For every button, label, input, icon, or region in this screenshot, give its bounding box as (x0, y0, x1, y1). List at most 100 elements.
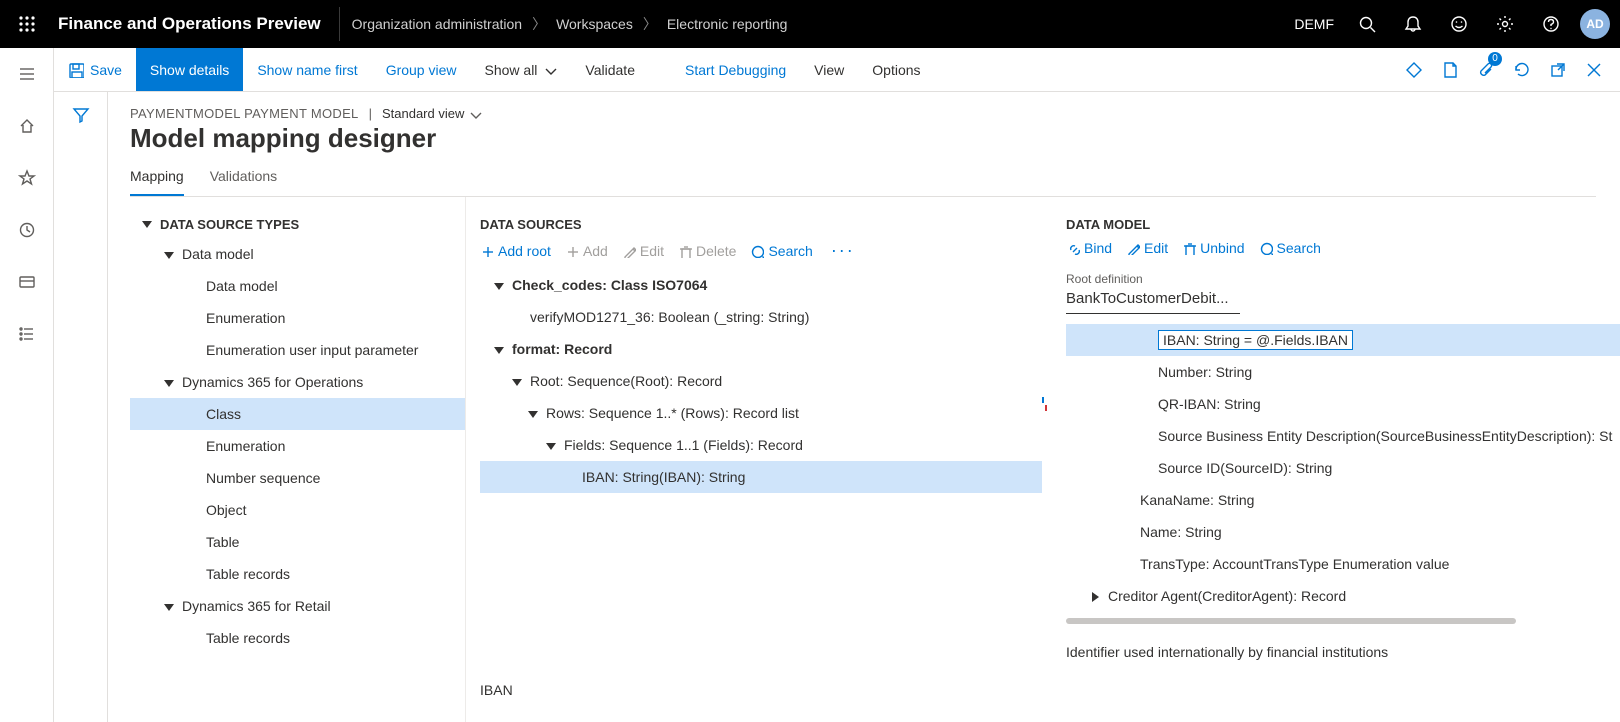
tree-item[interactable]: Source Business Entity Description(Sourc… (1066, 420, 1620, 452)
data-model-panel: DATA MODEL Bind Edit Unbind Search Root … (1050, 197, 1620, 722)
home-icon[interactable] (11, 110, 43, 142)
top-bar: Finance and Operations Preview Organizat… (0, 0, 1620, 48)
splitter-handle[interactable] (1042, 397, 1048, 411)
group-view-button[interactable]: Group view (372, 48, 471, 91)
tree-item[interactable]: Data model (130, 238, 465, 270)
workspaces-icon[interactable] (11, 266, 43, 298)
search-button[interactable]: Search (1259, 240, 1321, 256)
tree-item[interactable]: Check_codes: Class ISO7064 (480, 269, 1042, 301)
breadcrumb-item[interactable]: Electronic reporting (667, 16, 788, 32)
tree-item[interactable]: Data model (130, 270, 465, 302)
view-selector[interactable]: Standard view (382, 106, 482, 121)
page-meta: PAYMENTMODEL PAYMENT MODEL | Standard vi… (130, 106, 1620, 121)
close-icon[interactable] (1576, 48, 1612, 92)
unbind-button[interactable]: Unbind (1182, 240, 1244, 256)
tree-item[interactable]: QR-IBAN: String (1066, 388, 1620, 420)
add-root-button[interactable]: Add root (480, 243, 551, 259)
show-name-first-button[interactable]: Show name first (243, 48, 371, 91)
tree-item[interactable]: Class (130, 398, 465, 430)
tree-item[interactable]: Source ID(SourceID): String (1066, 452, 1620, 484)
data-sources-header: DATA SOURCES (480, 207, 1042, 238)
gear-icon[interactable] (1482, 0, 1528, 48)
chevron-right-icon: 〉 (643, 14, 657, 34)
tree-item[interactable]: TransType: AccountTransType Enumeration … (1066, 548, 1620, 580)
divider (339, 7, 340, 41)
breadcrumb-item[interactable]: Workspaces (556, 16, 633, 32)
breadcrumb: Organization administration 〉 Workspaces… (352, 14, 788, 34)
tree-item[interactable]: Root: Sequence(Root): Record (480, 365, 1042, 397)
data-model-toolbar: Bind Edit Unbind Search (1066, 238, 1620, 264)
avatar[interactable]: AD (1580, 9, 1610, 39)
tree-item[interactable]: Dynamics 365 for Operations (130, 366, 465, 398)
tree-item[interactable]: IBAN: String = @.Fields.IBAN (1066, 324, 1620, 356)
filter-icon[interactable] (72, 106, 90, 722)
hamburger-icon[interactable] (11, 58, 43, 90)
page-caption: PAYMENTMODEL PAYMENT MODEL (130, 106, 359, 121)
tree-item[interactable]: Number: String (1066, 356, 1620, 388)
data-source-types-header[interactable]: DATA SOURCE TYPES (130, 207, 465, 238)
validate-button[interactable]: Validate (571, 48, 649, 91)
start-debugging-button[interactable]: Start Debugging (649, 48, 800, 91)
view-menu[interactable]: View (800, 48, 858, 91)
search-button[interactable]: Search (750, 243, 812, 259)
tree-item[interactable]: Object (130, 494, 465, 526)
feedback-smile-icon[interactable] (1436, 0, 1482, 48)
tab-mapping[interactable]: Mapping (130, 162, 184, 196)
tree-item[interactable]: Enumeration (130, 302, 465, 334)
node-description: Identifier used internationally by finan… (1066, 644, 1620, 660)
show-details-button[interactable]: Show details (136, 48, 243, 91)
modules-list-icon[interactable] (11, 318, 43, 350)
diamond-icon[interactable] (1396, 48, 1432, 92)
tree-item[interactable]: Table records (130, 622, 465, 654)
refresh-icon[interactable] (1504, 48, 1540, 92)
tree-item[interactable]: Name: String (1066, 516, 1620, 548)
tab-validations[interactable]: Validations (210, 162, 277, 196)
more-icon[interactable]: ··· (827, 240, 859, 261)
bell-icon[interactable] (1390, 0, 1436, 48)
tree-item[interactable]: Enumeration (130, 430, 465, 462)
horizontal-scrollbar[interactable] (1066, 618, 1516, 624)
data-source-types-panel: DATA SOURCE TYPES Data modelData modelEn… (130, 197, 466, 722)
page-title: Model mapping designer (130, 123, 1620, 154)
help-icon[interactable] (1528, 0, 1574, 48)
bind-button[interactable]: Bind (1066, 240, 1112, 256)
tree-item[interactable]: Dynamics 365 for Retail (130, 590, 465, 622)
data-model-header: DATA MODEL (1066, 207, 1620, 238)
left-nav-rail (0, 48, 54, 722)
breadcrumb-item[interactable]: Organization administration (352, 16, 522, 32)
data-sources-panel: DATA SOURCES Add root Add Edit Delete Se… (466, 197, 1050, 722)
tree-item[interactable]: verifyMOD1271_36: Boolean (_string: Stri… (480, 301, 1042, 333)
selection-footer: IBAN (480, 682, 513, 698)
favorites-star-icon[interactable] (11, 162, 43, 194)
tree-item[interactable]: Rows: Sequence 1..* (Rows): Record list (480, 397, 1042, 429)
show-all-dropdown[interactable]: Show all (471, 48, 572, 91)
collapse-icon (140, 217, 152, 232)
tree-item[interactable]: Fields: Sequence 1..1 (Fields): Record (480, 429, 1042, 461)
tree-item[interactable]: KanaName: String (1066, 484, 1620, 516)
tree-item[interactable]: Enumeration user input parameter (130, 334, 465, 366)
company-code[interactable]: DEMF (1294, 16, 1334, 32)
tree-item[interactable]: IBAN: String(IBAN): String (480, 461, 1042, 493)
popout-icon[interactable] (1540, 48, 1576, 92)
tree-item[interactable]: Table records (130, 558, 465, 590)
tree-item[interactable]: Creditor Agent(CreditorAgent): Record (1066, 580, 1620, 612)
attachments-icon[interactable]: 0 (1468, 48, 1504, 92)
save-button[interactable]: Save (54, 48, 136, 91)
document-icon[interactable] (1432, 48, 1468, 92)
delete-button-disabled: Delete (678, 243, 736, 259)
search-action-icon[interactable] (935, 48, 979, 91)
add-button-disabled: Add (565, 243, 608, 259)
tree-item[interactable]: Table (130, 526, 465, 558)
tree-item[interactable]: format: Record (480, 333, 1042, 365)
app-launcher-icon[interactable] (0, 0, 54, 48)
tree-item[interactable]: Number sequence (130, 462, 465, 494)
search-icon[interactable] (1344, 0, 1390, 48)
root-definition-value[interactable]: BankToCustomerDebit... (1066, 286, 1240, 314)
chevron-right-icon: 〉 (532, 14, 546, 34)
edit-button[interactable]: Edit (1126, 240, 1168, 256)
app-title: Finance and Operations Preview (54, 14, 339, 34)
save-label: Save (90, 62, 122, 78)
root-definition-label: Root definition (1066, 272, 1620, 286)
options-menu[interactable]: Options (858, 48, 934, 91)
recent-clock-icon[interactable] (11, 214, 43, 246)
